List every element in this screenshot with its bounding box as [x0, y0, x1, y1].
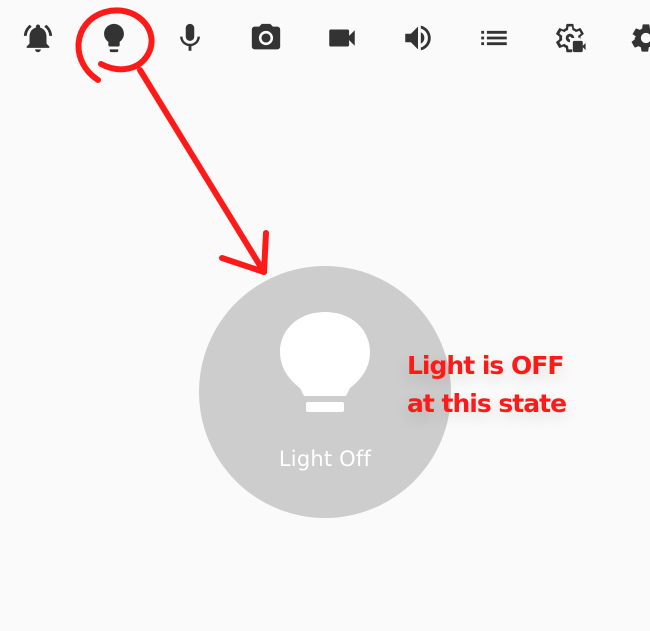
lightbulb-off-icon [280, 312, 370, 412]
lightbulb-icon [104, 23, 124, 53]
camera-settings-button[interactable] [550, 18, 590, 58]
annotation-line-2: at this state [407, 389, 567, 418]
volume-button[interactable] [398, 18, 438, 58]
microphone-icon [180, 23, 200, 51]
list-icon [481, 30, 507, 46]
light-button[interactable] [94, 18, 134, 58]
camera-settings-icon [556, 23, 586, 53]
volume-icon [405, 25, 431, 51]
icon-toolbar [0, 0, 650, 80]
alarm-bell-icon [23, 24, 53, 53]
video-camera-button[interactable] [322, 18, 362, 58]
alarm-bell-button[interactable] [18, 18, 58, 58]
microphone-button[interactable] [170, 18, 210, 58]
annotation-arrow-shaft [137, 67, 267, 275]
annotation-note: Light is OFF at this state [407, 347, 567, 423]
settings-gear-icon [631, 24, 650, 52]
annotation-line-1: Light is OFF [407, 351, 564, 380]
video-camera-icon [329, 29, 355, 47]
list-button[interactable] [474, 18, 514, 58]
settings-button[interactable] [626, 18, 650, 58]
camera-icon [251, 23, 281, 50]
camera-button[interactable] [246, 18, 286, 58]
light-state-label: Light Off [278, 447, 372, 471]
annotation-arrow-head [219, 230, 269, 275]
